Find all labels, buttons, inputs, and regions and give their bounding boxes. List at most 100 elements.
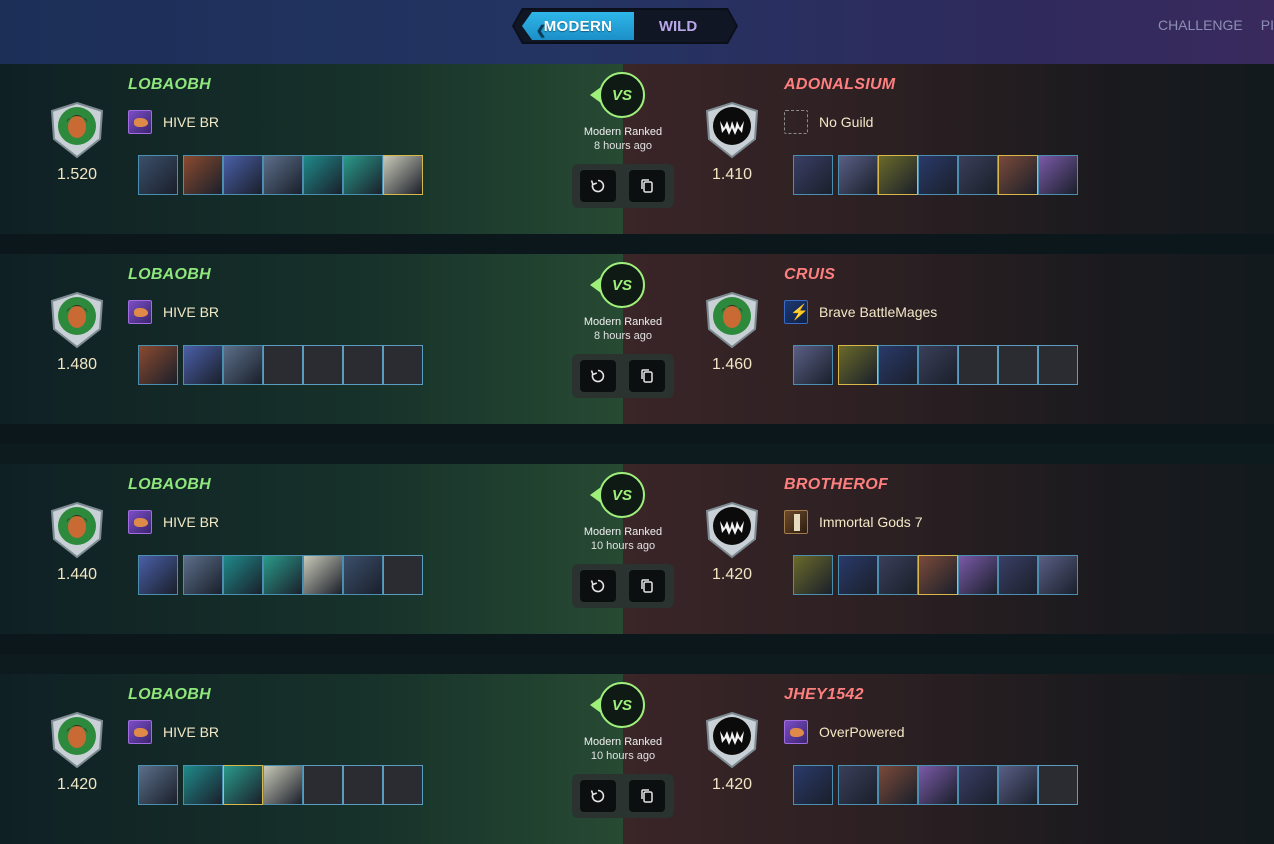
monster-card[interactable] <box>878 345 918 385</box>
player-name[interactable]: LOBAOBH <box>128 476 211 494</box>
team-cards <box>138 345 423 385</box>
copy-team-button[interactable] <box>629 360 665 392</box>
empty-card-slot <box>303 345 343 385</box>
monster-card[interactable] <box>878 155 918 195</box>
vs-badge: VS <box>599 262 645 308</box>
player-name[interactable]: BROTHEROF <box>784 476 888 494</box>
summoner-card[interactable] <box>138 555 178 595</box>
guild-info[interactable]: HIVE BR <box>128 510 219 534</box>
monster-card[interactable] <box>958 765 998 805</box>
monster-card[interactable] <box>918 765 958 805</box>
copy-team-button[interactable] <box>629 780 665 812</box>
guild-info[interactable]: HIVE BR <box>128 720 219 744</box>
replay-button[interactable] <box>580 780 616 812</box>
guild-name: HIVE BR <box>163 514 220 530</box>
monster-card[interactable] <box>1038 555 1078 595</box>
monster-card[interactable] <box>223 555 263 595</box>
replay-button[interactable] <box>580 360 616 392</box>
monster-card[interactable] <box>998 555 1038 595</box>
tab-modern[interactable]: ❮ MODERN <box>522 12 634 40</box>
monster-card[interactable] <box>918 155 958 195</box>
monster-card[interactable] <box>383 155 423 195</box>
player-name[interactable]: ADONALSIUM <box>784 76 895 94</box>
nav-challenge[interactable]: CHALLENGE <box>1158 17 1243 33</box>
monster-card[interactable] <box>998 765 1038 805</box>
monster-card[interactable] <box>958 155 998 195</box>
guild-info[interactable]: Immortal Gods 7 <box>784 510 922 534</box>
monster-card[interactable] <box>303 155 343 195</box>
monster-card[interactable] <box>223 345 263 385</box>
copy-team-button[interactable] <box>629 170 665 202</box>
summoner-card[interactable] <box>793 345 833 385</box>
vs-badge: VS <box>599 682 645 728</box>
tab-modern-label: MODERN <box>543 17 613 35</box>
match-time: 10 hours ago <box>590 540 656 552</box>
monster-card[interactable] <box>918 555 958 595</box>
hive-br-icon <box>128 300 152 324</box>
monster-shield-avatar <box>703 101 761 159</box>
tab-wild[interactable]: WILD <box>638 12 718 40</box>
match-time: 8 hours ago <box>593 140 653 152</box>
player-name[interactable]: LOBAOBH <box>128 76 211 94</box>
monster-card[interactable] <box>838 765 878 805</box>
player-name[interactable]: LOBAOBH <box>128 686 211 704</box>
format-switch: ❮ MODERN WILD <box>512 8 738 44</box>
monster-card[interactable] <box>183 155 223 195</box>
monster-card[interactable] <box>838 555 878 595</box>
monster-card[interactable] <box>183 555 223 595</box>
monster-card[interactable] <box>183 345 223 385</box>
summoner-card[interactable] <box>138 765 178 805</box>
monster-card[interactable] <box>223 155 263 195</box>
monster-card[interactable] <box>263 765 303 805</box>
copy-team-button[interactable] <box>629 570 665 602</box>
monster-card[interactable] <box>878 765 918 805</box>
match-type: Modern Ranked <box>583 736 663 748</box>
monster-card[interactable] <box>343 555 383 595</box>
team-cards <box>138 155 423 195</box>
summoner-card[interactable] <box>138 345 178 385</box>
replay-button[interactable] <box>580 570 616 602</box>
guild-info[interactable]: No Guild <box>784 110 873 134</box>
monster-card[interactable] <box>263 155 303 195</box>
replay-icon <box>590 179 605 193</box>
ranger-shield-avatar <box>48 501 106 559</box>
replay-icon <box>590 579 605 593</box>
monster-card[interactable] <box>223 765 263 805</box>
guild-info[interactable]: Brave BattleMages <box>784 300 937 324</box>
player-name[interactable]: JHEY1542 <box>784 686 864 704</box>
player-name[interactable]: CRUIS <box>784 266 835 284</box>
player-rating: 1.460 <box>711 356 753 373</box>
monster-card[interactable] <box>918 345 958 385</box>
monster-card[interactable] <box>838 155 878 195</box>
monster-card[interactable] <box>343 155 383 195</box>
replay-icon <box>590 369 605 383</box>
monster-card[interactable] <box>183 765 223 805</box>
ranger-shield-avatar <box>703 291 761 349</box>
empty-card-slot <box>1038 765 1078 805</box>
monster-card[interactable] <box>303 555 343 595</box>
monster-card[interactable] <box>998 155 1038 195</box>
team-cards <box>138 555 423 595</box>
immortal-gods-icon <box>784 510 808 534</box>
guild-info[interactable]: HIVE BR <box>128 300 219 324</box>
replay-button[interactable] <box>580 170 616 202</box>
monster-card[interactable] <box>878 555 918 595</box>
monster-card[interactable] <box>958 555 998 595</box>
tab-wild-label: WILD <box>658 17 698 35</box>
nav-next[interactable]: PI <box>1261 17 1274 33</box>
player-name[interactable]: LOBAOBH <box>128 266 211 284</box>
battle-actions <box>572 774 674 818</box>
guild-info[interactable]: OverPowered <box>784 720 905 744</box>
player-rating: 1.420 <box>711 566 753 583</box>
monster-card[interactable] <box>263 555 303 595</box>
summoner-card[interactable] <box>793 555 833 595</box>
summoner-card[interactable] <box>793 155 833 195</box>
hive-br-icon <box>128 110 152 134</box>
empty-card-slot <box>998 345 1038 385</box>
summoner-card[interactable] <box>138 155 178 195</box>
monster-card[interactable] <box>1038 155 1078 195</box>
guild-info[interactable]: HIVE BR <box>128 110 219 134</box>
monster-card[interactable] <box>838 345 878 385</box>
monster-shield-avatar <box>703 501 761 559</box>
summoner-card[interactable] <box>793 765 833 805</box>
